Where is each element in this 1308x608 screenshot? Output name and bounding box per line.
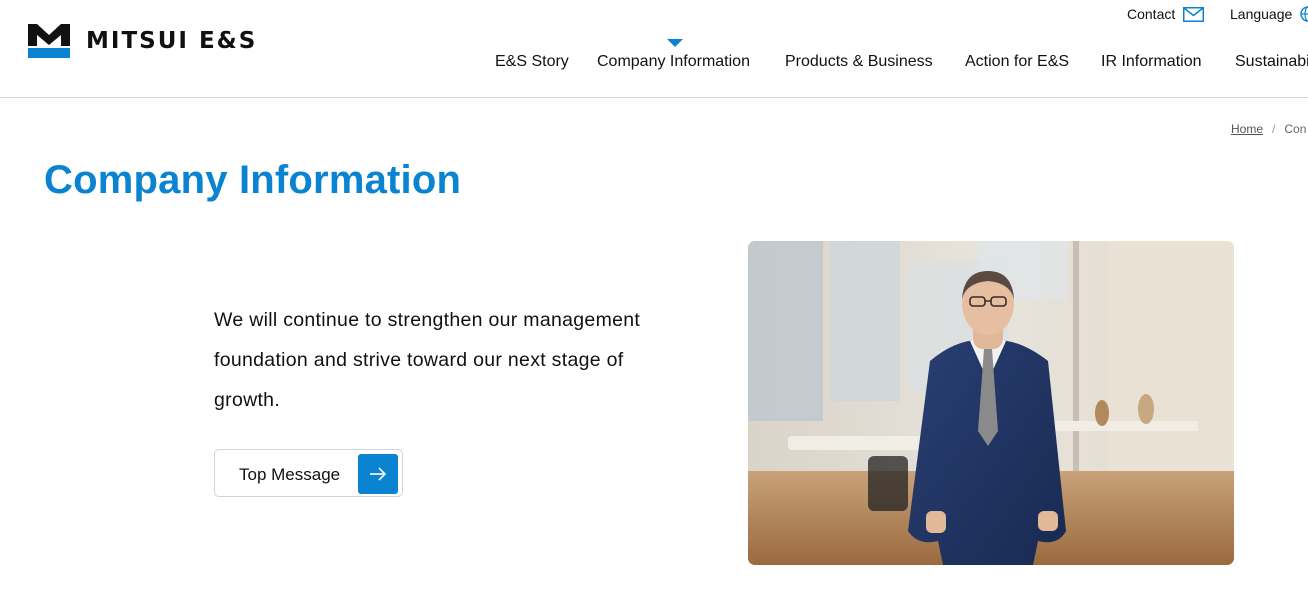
top-message-label: Top Message	[239, 465, 341, 484]
nav-item-action-for-es[interactable]: Action for E&S	[965, 53, 1069, 71]
nav-item-products-business[interactable]: Products & Business	[785, 53, 933, 71]
nav-item-company-information[interactable]: Company Information	[597, 53, 750, 71]
lead-message: We will continue to strengthen our manag…	[214, 309, 641, 411]
logo-wordmark: MITSUI E&S	[86, 28, 258, 54]
nav-item-ir-information[interactable]: IR Information	[1101, 53, 1201, 71]
top-message-button[interactable]: Top Message	[214, 449, 403, 497]
contact-label: Contact	[1127, 6, 1176, 22]
contact-link[interactable]: Contact	[1127, 6, 1205, 22]
page-title: Company Information	[44, 158, 462, 202]
nav-item-sustainability[interactable]: Sustainabi	[1235, 53, 1308, 71]
mail-icon	[1183, 6, 1205, 22]
executive-portrait-photo	[748, 241, 1234, 565]
breadcrumb: Home / Con	[1231, 122, 1306, 136]
main-nav: E&S Story Company Information Products &…	[0, 53, 1308, 77]
language-selector[interactable]: Language	[1230, 6, 1308, 22]
arrow-right-icon	[358, 454, 398, 494]
active-nav-indicator	[667, 39, 683, 47]
language-label: Language	[1230, 6, 1293, 22]
globe-icon	[1300, 6, 1308, 22]
breadcrumb-current: Con	[1284, 122, 1307, 136]
breadcrumb-separator: /	[1272, 122, 1276, 136]
breadcrumb-home-link[interactable]: Home	[1231, 122, 1263, 136]
site-header: MITSUI E&S Contact Language E&S Story Co…	[0, 0, 1308, 98]
nav-item-es-story[interactable]: E&S Story	[495, 53, 569, 71]
